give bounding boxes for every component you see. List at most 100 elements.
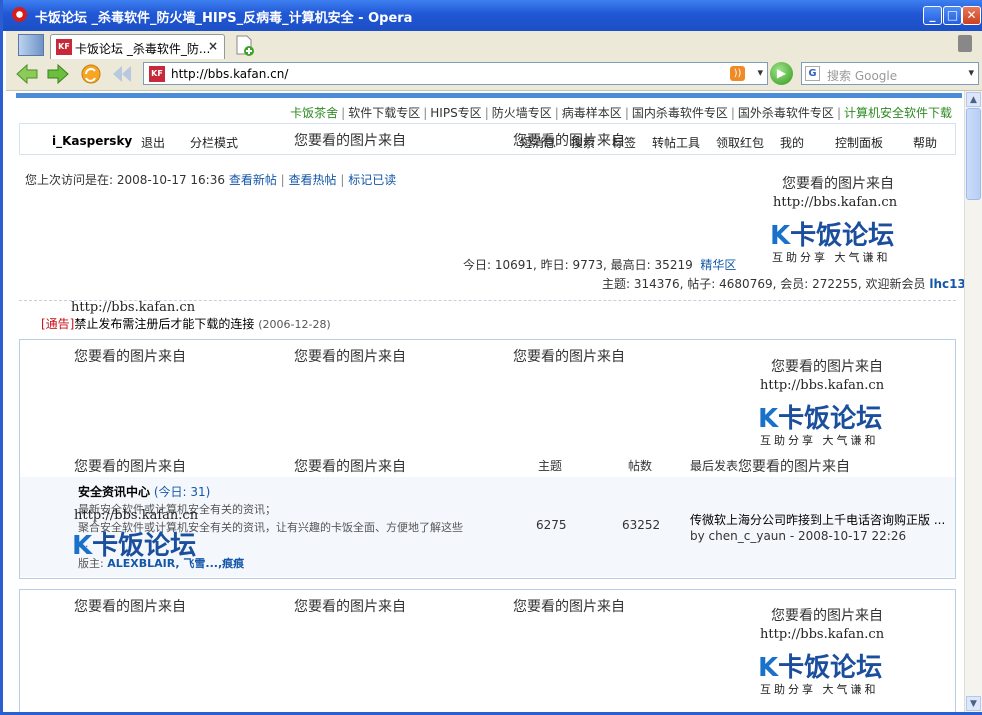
browser-window: 卡饭论坛 _杀毒软件_防火墙_HIPS_反病毒_计算机安全 - Opera _ … [0,0,982,715]
tab-kafan[interactable]: KF 卡饭论坛 _杀毒软件_防... × [50,34,225,60]
forum-today-count: (今日: 31) [153,485,211,499]
watermark-caption: 您要看的图片来自 [294,599,406,615]
logo-slogan: 互助分享 大气谦和 [760,683,879,696]
top-links: 卡饭茶舍 | 软件下载专区 | HIPS专区 | 防火墙专区 | 病毒样本区 | 国内杀毒软件专区 |… [290,106,952,120]
address-field[interactable]: KF http://bbs.kafan.cn/ )) ▾ [143,62,768,85]
search-field[interactable]: G 搜索 Google ▾ [801,62,979,85]
minimize-button[interactable]: _ [923,6,942,25]
notice-date: (2006-12-28) [258,318,331,331]
watermark-caption: 您要看的图片来自 [294,349,406,365]
tab-label: 卡饭论坛 _杀毒软件_防... [75,42,211,56]
tab-close-icon[interactable]: × [208,39,218,53]
scroll-down-icon[interactable]: ▼ [966,696,981,711]
col-header-topics: 主题 [538,459,563,473]
rss-feed-icon[interactable]: )) [730,66,745,81]
rewind-icon[interactable] [111,63,135,85]
navigation-bar: KF http://bbs.kafan.cn/ )) ▾ ▶ G 搜索 Goog… [6,59,982,91]
kafan-favicon-icon: KF [56,39,72,55]
layout-mode-link[interactable]: 分栏模式 [190,134,238,151]
trash-icon[interactable] [958,35,972,52]
link-security-download[interactable]: 计算机安全软件下载 [844,106,952,120]
forward-icon[interactable] [46,63,70,85]
watermark-caption: 您要看的图片来自 [782,176,894,192]
search-placeholder[interactable]: 搜索 Google [827,67,897,84]
search-dropdown-icon[interactable]: ▾ [968,66,974,79]
menu-messages[interactable]: 短消息 [520,134,556,151]
kafan-logo: K卡饭论坛 [758,404,883,434]
menu-tags[interactable]: 标签 [612,134,636,151]
forum-topic-count: 6275 [536,518,567,532]
window-list-icon[interactable] [18,34,44,56]
reload-icon[interactable] [79,63,103,85]
forum-post-count: 63252 [622,518,661,532]
last-visit-text: 您上次访问是在: 2008-10-17 16:36 [25,173,225,187]
visit-info: 您上次访问是在: 2008-10-17 16:36 查看新帖 | 查看热帖 | … [25,173,397,187]
google-search-icon[interactable]: G [805,66,820,81]
new-tab-icon[interactable] [234,34,254,56]
vertical-scrollbar[interactable]: ▲ ▼ [964,91,982,712]
menu-help[interactable]: 帮助 [913,134,937,151]
stats-line-2: 主题: 314376, 帖子: 4680769, 会员: 272255, 欢迎新… [602,275,964,292]
last-post-link[interactable]: 传微软上海分公司昨接到上千电话咨询购正版 ... [690,511,945,528]
watermark-caption: 您要看的图片来自 [738,459,850,475]
site-favicon-icon: KF [149,66,165,82]
title-bar: 卡饭论坛 _杀毒软件_防火墙_HIPS_反病毒_计算机安全 - Opera _ … [3,0,982,31]
watermark-url: http://bbs.kafan.cn [760,627,885,642]
logo-slogan: 互助分享 大气谦和 [760,434,879,447]
stats-line-1: 今日: 10691, 昨日: 9773, 最高日: 35219 精华区 [463,258,737,272]
close-button[interactable]: ✕ [962,6,981,25]
menu-search[interactable]: 搜索 [571,134,595,151]
col-header-last-post: 最后发表 [690,459,739,473]
link-firewall[interactable]: 防火墙专区 [492,106,552,120]
maximize-button[interactable]: □ [943,6,962,25]
link-foreign-av[interactable]: 国外杀毒软件专区 [738,106,834,120]
watermark-caption: 您要看的图片来自 [771,608,883,624]
announcement: [通告]禁止发布需注册后才能下载的连接 (2006-12-28) [41,315,331,332]
scroll-up-icon[interactable]: ▲ [966,92,981,107]
kafan-logo: K卡饭论坛 [758,653,883,683]
go-button[interactable]: ▶ [770,62,793,85]
notice-tag: [通告] [41,317,75,331]
watermark-caption: 您要看的图片来自 [74,599,186,615]
menu-red-packet[interactable]: 领取红包 [716,134,764,151]
new-member-link[interactable]: lhc137 [929,277,964,291]
link-hips[interactable]: HIPS专区 [430,106,481,120]
menu-repost-tool[interactable]: 转帖工具 [652,134,700,151]
watermark-url: http://bbs.kafan.cn [74,508,199,523]
hot-posts-link[interactable]: 查看热帖 [289,173,337,187]
last-post-user[interactable]: chen_c_yaun [709,529,786,543]
new-posts-link[interactable]: 查看新帖 [229,173,277,187]
logout-link[interactable]: 退出 [141,134,165,151]
watermark-caption: 您要看的图片来自 [294,459,406,475]
watermark-caption: 您要看的图片来自 [74,349,186,365]
user-menu-bar: i_Kaspersky 退出 分栏模式 您要看的图片来自 您要看的图片来自 短消… [19,123,956,155]
window-title: 卡饭论坛 _杀毒软件_防火墙_HIPS_反病毒_计算机安全 - Opera [35,11,413,26]
menu-control-panel[interactable]: 控制面板 [835,134,883,151]
watermark-caption: 您要看的图片来自 [74,459,186,475]
col-header-posts: 帖数 [628,459,653,473]
menu-my[interactable]: 我的 [780,134,804,151]
digest-link[interactable]: 精华区 [700,258,736,272]
tab-bar: KF 卡饭论坛 _杀毒软件_防... × [6,31,982,60]
link-domestic-av[interactable]: 国内杀毒软件专区 [632,106,728,120]
logo-slogan: 互助分享 大气谦和 [772,251,891,264]
kafan-logo: K卡饭论坛 [72,531,197,561]
username-link[interactable]: i_Kaspersky [52,134,132,148]
forum-title: 安全资讯中心 (今日: 31) [78,483,210,500]
address-dropdown-icon[interactable]: ▾ [757,66,763,79]
notice-link[interactable]: 禁止发布需注册后才能下载的连接 [74,317,254,331]
opera-logo-icon [12,7,27,22]
watermark-url: http://bbs.kafan.cn [760,378,885,393]
back-icon[interactable] [15,63,39,85]
link-software-download[interactable]: 软件下载专区 [348,106,420,120]
watermark-caption: 您要看的图片来自 [513,349,625,365]
mark-read-link[interactable]: 标记已读 [348,173,396,187]
watermark-url: http://bbs.kafan.cn [773,195,898,210]
forum-name-link[interactable]: 安全资讯中心 [78,485,150,499]
watermark-caption: 您要看的图片来自 [294,133,406,149]
url-text[interactable]: http://bbs.kafan.cn/ [171,67,288,81]
link-kafan-teahouse[interactable]: 卡饭茶舍 [290,106,338,120]
link-virus-samples[interactable]: 病毒样本区 [562,106,622,120]
scroll-thumb[interactable] [966,108,981,200]
top-stripe [16,93,962,98]
